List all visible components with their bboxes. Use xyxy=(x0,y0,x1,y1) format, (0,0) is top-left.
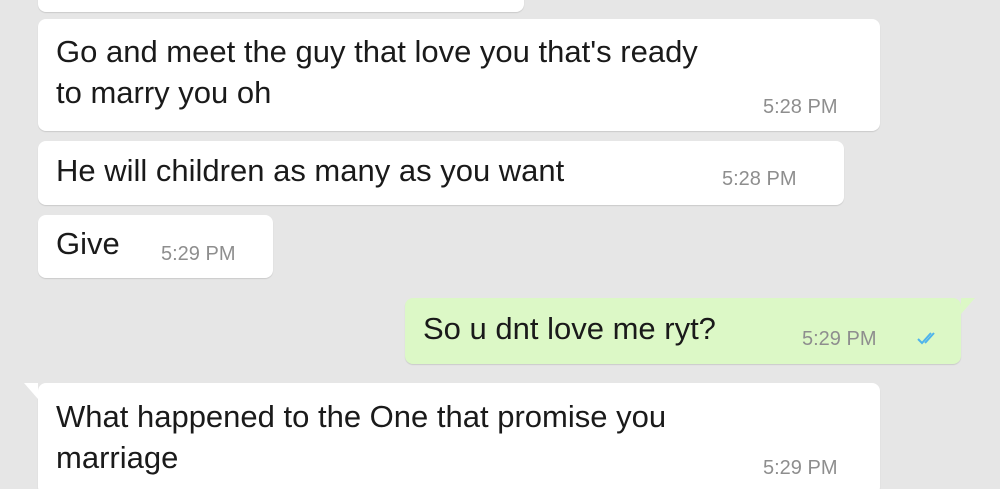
message-timestamp: 5:29 PM xyxy=(802,328,877,350)
chat-message-list[interactable]: Go and meet the guy that love you that's… xyxy=(0,0,1000,489)
message-timestamp: 5:28 PM xyxy=(722,168,797,190)
double-check-read-icon xyxy=(917,332,935,345)
bubble-tail-outgoing xyxy=(961,298,975,314)
message-text-line-2: to marry you oh xyxy=(56,75,272,110)
message-text: Give xyxy=(56,226,120,261)
message-timestamp: 5:29 PM xyxy=(763,457,838,479)
message-text-line-2: marriage xyxy=(56,440,179,475)
message-bubble-incoming[interactable]: Give 5:29 PM xyxy=(38,215,273,278)
message-text: So u dnt love me ryt? xyxy=(423,311,716,346)
message-bubble-incoming[interactable]: What happened to the One that promise yo… xyxy=(38,383,880,489)
message-bubble-incoming[interactable]: He will children as many as you want 5:2… xyxy=(38,141,844,205)
message-bubble-partial[interactable] xyxy=(38,0,524,12)
message-bubble-outgoing[interactable]: So u dnt love me ryt? 5:29 PM xyxy=(405,298,961,364)
bubble-tail-incoming xyxy=(24,383,38,399)
message-text-line-1: Go and meet the guy that love you that's… xyxy=(56,34,698,69)
message-text-line-1: What happened to the One that promise yo… xyxy=(56,399,667,434)
message-timestamp: 5:29 PM xyxy=(161,243,236,265)
message-bubble-incoming[interactable]: Go and meet the guy that love you that's… xyxy=(38,19,880,131)
message-text: He will children as many as you want xyxy=(56,153,565,188)
message-timestamp: 5:28 PM xyxy=(763,96,838,118)
